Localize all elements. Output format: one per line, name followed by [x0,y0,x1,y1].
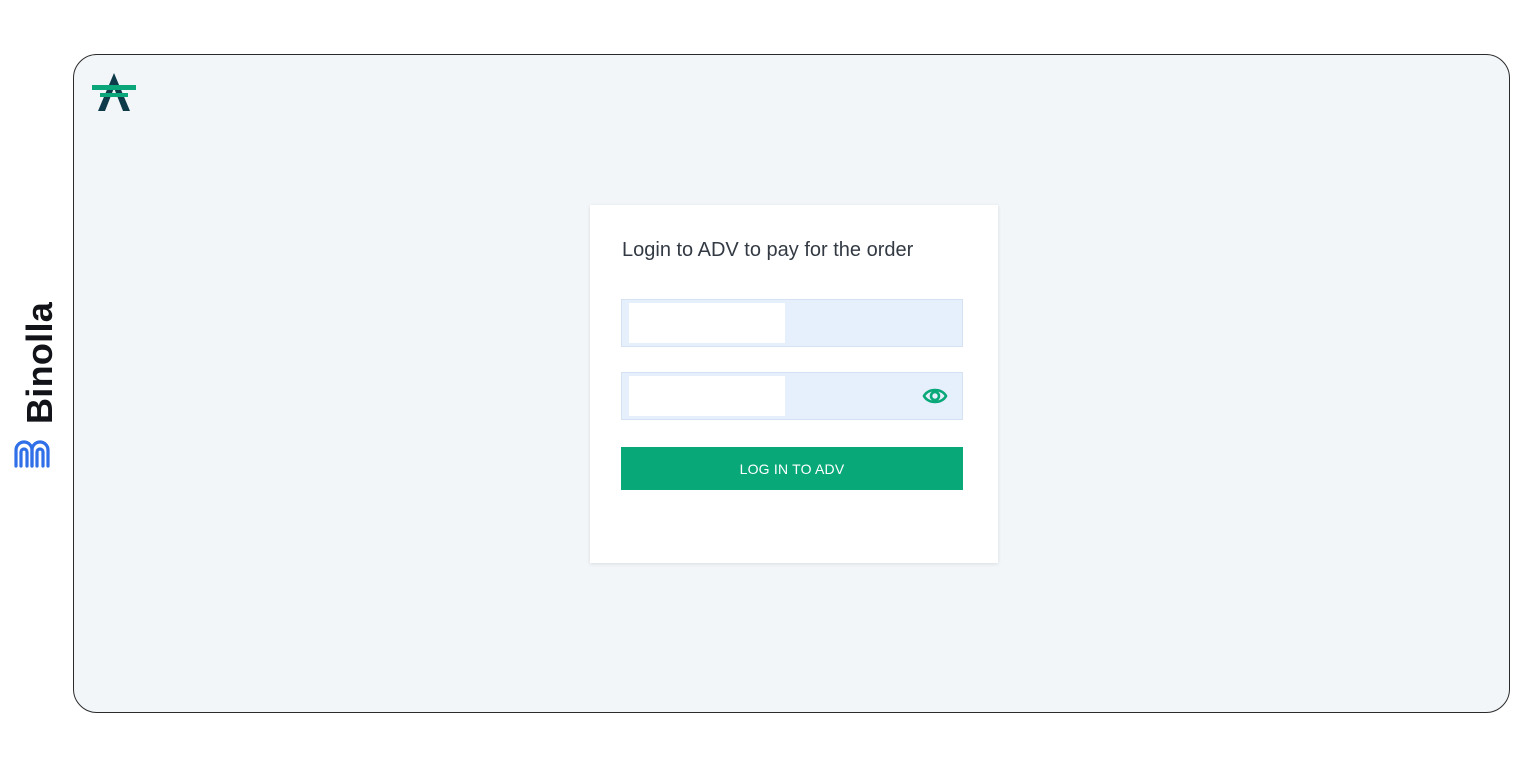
eye-icon[interactable] [922,385,948,407]
email-field [621,299,963,347]
login-card: Login to ADV to pay for the order LOG IN… [590,205,998,563]
email-input[interactable] [629,303,785,343]
login-button[interactable]: LOG IN TO ADV [621,447,963,490]
login-title: Login to ADV to pay for the order [622,239,914,261]
adv-logo-icon [92,73,136,111]
password-field [621,372,963,420]
page: Binolla Login to ADV to pay for the orde… [0,0,1536,768]
browser-frame: Login to ADV to pay for the order LOG IN… [73,54,1510,713]
binolla-logo-icon [14,440,50,468]
password-input[interactable] [629,376,785,416]
binolla-brand: Binolla [8,296,60,471]
brand-name: Binolla [19,301,60,424]
